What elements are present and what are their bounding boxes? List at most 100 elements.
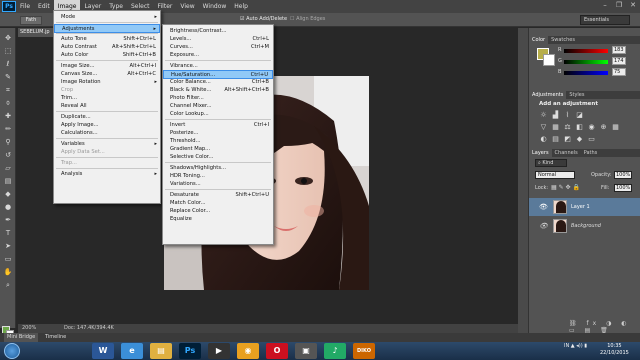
type-tool-icon[interactable]: T [3, 229, 13, 237]
path-select-icon[interactable]: ➤ [3, 242, 13, 250]
marquee-tool-icon[interactable]: ⬚ [3, 47, 13, 55]
close-icon[interactable]: ✕ [626, 0, 640, 11]
fill-input[interactable]: 100% [614, 184, 632, 192]
menu-item-selective-color[interactable]: Selective Color... [163, 153, 273, 162]
visibility-eye-icon[interactable]: 👁 [539, 217, 548, 235]
menu-item-mode[interactable]: Mode ▸ [54, 13, 160, 22]
channel-value-input[interactable]: 174 [612, 57, 626, 65]
crop-tool-icon[interactable]: ⌗ [3, 86, 13, 94]
history-brush-icon[interactable]: ↺ [3, 151, 13, 159]
menu-item-equalize[interactable]: Equalize [163, 215, 273, 224]
taskbar-clock[interactable]: 10:35 22/10/2015 [600, 343, 629, 357]
channel-slider-b[interactable]: 75 [564, 68, 626, 76]
healing-brush-icon[interactable]: ✚ [3, 112, 13, 120]
tool-preset-picker[interactable]: Fath [20, 16, 42, 25]
exposure-icon[interactable]: ◪ [575, 111, 584, 120]
black-white-icon[interactable]: ◧ [575, 123, 584, 132]
menu-item-color-lookup[interactable]: Color Lookup... [163, 110, 273, 119]
taskbar-app-0[interactable]: W [92, 343, 114, 359]
selective-color-icon[interactable]: ◆ [575, 135, 584, 144]
document-info[interactable]: Doc: 147.4K/394.4K [64, 324, 114, 333]
gradient-map-icon[interactable]: ▭ [587, 135, 596, 144]
menu-item-calculations[interactable]: Calculations... [54, 129, 160, 138]
channel-value-input[interactable]: 75 [612, 68, 626, 76]
channel-mixer-icon[interactable]: ⊕ [599, 123, 608, 132]
taskbar-app-4[interactable]: ▶ [208, 343, 230, 359]
blend-mode-select[interactable]: Normal [535, 171, 575, 179]
taskbar-app-9[interactable]: DIKO [353, 343, 375, 359]
menu-item-adjustments[interactable]: Adjustments ▸ [54, 24, 160, 33]
menu-item-variations[interactable]: Variations... [163, 180, 273, 189]
pen-tool-icon[interactable]: ✒ [3, 216, 13, 224]
tab-adjustments[interactable]: Adjustments [529, 91, 567, 99]
threshold-icon[interactable]: ◩ [563, 135, 572, 144]
slider-track[interactable] [564, 49, 608, 53]
tab-color[interactable]: Color [529, 36, 549, 44]
hand-tool-icon[interactable]: ✋ [3, 268, 13, 276]
visibility-eye-icon[interactable]: 👁 [539, 198, 548, 216]
menu-edit[interactable]: Edit [34, 0, 54, 13]
layer-row-background[interactable]: 👁 Background [529, 217, 640, 235]
slider-track[interactable] [564, 60, 608, 64]
quick-select-tool-icon[interactable]: ✎ [3, 73, 13, 81]
tab-paths[interactable]: Paths [581, 149, 601, 157]
color-balance-icon[interactable]: ⚖ [563, 123, 572, 132]
eraser-tool-icon[interactable]: ▱ [3, 164, 13, 172]
tab-swatches[interactable]: Swatches [548, 36, 578, 44]
eyedropper-tool-icon[interactable]: ⌽ [3, 99, 13, 107]
auto-add-delete-checkbox[interactable]: ☑ Auto Add/Delete [240, 16, 287, 22]
system-tray[interactable]: IN ▲ ◂)) ▮ [564, 343, 587, 349]
lasso-tool-icon[interactable]: ℓ [3, 60, 13, 68]
color-panel-background-swatch[interactable] [543, 54, 555, 66]
layer-panel-footer-icons[interactable]: ⛓ fx ◑ ◐ ▭ ▤ 🗑 [569, 320, 640, 334]
menu-file[interactable]: File [16, 0, 34, 13]
tab-styles[interactable]: Styles [566, 91, 587, 99]
invert-icon[interactable]: ◐ [539, 135, 548, 144]
menu-help[interactable]: Help [230, 0, 252, 13]
tab-channels[interactable]: Channels [552, 149, 581, 157]
brush-tool-icon[interactable]: ✏ [3, 125, 13, 133]
gradient-tool-icon[interactable]: ▤ [3, 177, 13, 185]
taskbar-app-3[interactable]: Ps [179, 343, 201, 359]
hue-saturation-icon[interactable]: ▦ [551, 123, 560, 132]
color-lookup-icon[interactable]: ▦ [611, 123, 620, 132]
shape-tool-icon[interactable]: ▭ [3, 255, 13, 263]
menu-item-analysis[interactable]: Analysis ▸ [54, 170, 160, 179]
align-edges-checkbox[interactable]: ☐ Align Edges [290, 16, 325, 22]
move-tool-icon[interactable]: ✥ [3, 34, 13, 42]
zoom-level[interactable]: 200% [22, 324, 36, 333]
taskbar-app-2[interactable]: ▤ [150, 343, 172, 359]
posterize-icon[interactable]: ▤ [551, 135, 560, 144]
restore-icon[interactable]: ❐ [612, 0, 626, 11]
mini-bridge-tab[interactable]: Mini Bridge [4, 333, 39, 342]
taskbar-app-8[interactable]: ♪ [324, 343, 346, 359]
minimize-icon[interactable]: – [598, 0, 612, 11]
taskbar-app-7[interactable]: ▣ [295, 343, 317, 359]
workspace-select[interactable]: Essentials [580, 15, 630, 25]
taskbar-app-5[interactable]: ◉ [237, 343, 259, 359]
menu-item-reveal-all[interactable]: Reveal All [54, 102, 160, 111]
lock-icons[interactable]: ▦ ✎ ✥ 🔒 [551, 184, 580, 191]
clone-stamp-icon[interactable]: ⚲ [3, 138, 13, 146]
slider-track[interactable] [564, 71, 608, 75]
photo-filter-icon[interactable]: ◉ [587, 123, 596, 132]
document-tab[interactable]: SEBELUM.jp [18, 28, 58, 37]
vibrance-icon[interactable]: ▽ [539, 123, 548, 132]
menu-item-exposure[interactable]: Exposure... [163, 51, 273, 60]
menu-window[interactable]: Window [199, 0, 231, 13]
channel-slider-g[interactable]: 174 [564, 57, 626, 65]
levels-icon[interactable]: ▟ [551, 111, 560, 120]
channel-slider-r[interactable]: 183 [564, 46, 626, 54]
blur-tool-icon[interactable]: ◆ [3, 190, 13, 198]
layer-row-layer-1[interactable]: 👁 Layer 1 [529, 198, 640, 216]
menu-view[interactable]: View [176, 0, 198, 13]
timeline-tab[interactable]: Timeline [42, 333, 69, 342]
tab-layers[interactable]: Layers [529, 149, 552, 157]
taskbar-app-6[interactable]: O [266, 343, 288, 359]
taskbar-app-1[interactable]: e [121, 343, 143, 359]
start-button[interactable] [4, 343, 20, 359]
channel-value-input[interactable]: 183 [612, 46, 626, 54]
dodge-tool-icon[interactable]: ● [3, 203, 13, 211]
brightness-icon[interactable]: ☼ [539, 111, 548, 120]
zoom-tool-icon[interactable]: ⌕ [3, 281, 13, 289]
